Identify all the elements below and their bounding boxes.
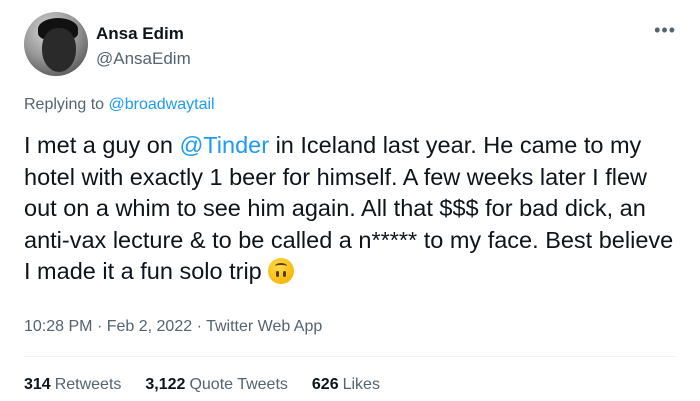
- likes-label: Likes: [342, 376, 380, 393]
- quote-tweets-stat[interactable]: 3,122 Quote Tweets: [145, 376, 287, 394]
- more-horizontal-icon[interactable]: •••: [654, 20, 676, 41]
- author-name[interactable]: Ansa Edim: [96, 24, 184, 44]
- likes-stat[interactable]: 626 Likes: [312, 376, 380, 394]
- tweet-meta: 10:28 PM · Feb 2, 2022 · Twitter Web App: [24, 318, 322, 336]
- avatar-face: [42, 28, 76, 72]
- meta-separator: ·: [196, 318, 202, 335]
- tweet-date[interactable]: Feb 2, 2022: [107, 318, 192, 335]
- tweet-time[interactable]: 10:28 PM: [24, 318, 92, 335]
- replying-to-mention[interactable]: @broadwaytail: [109, 96, 215, 113]
- replying-to: Replying to @broadwaytail: [24, 96, 215, 114]
- tweet-source[interactable]: Twitter Web App: [206, 318, 322, 335]
- tweet-mention-tinder[interactable]: @Tinder: [179, 132, 269, 158]
- tweet-text-before: I met a guy on: [24, 132, 180, 158]
- tweet-stats: 314 Retweets 3,122 Quote Tweets 626 Likes: [24, 376, 380, 394]
- upside-down-face-icon: [267, 258, 294, 284]
- retweets-label: Retweets: [54, 376, 122, 393]
- tweet: Ansa Edim @AnsaEdim ••• Replying to @bro…: [0, 0, 700, 401]
- tweet-text: I met a guy on @Tinder in Iceland last y…: [24, 130, 684, 288]
- divider: [24, 356, 676, 357]
- meta-separator: ·: [96, 318, 103, 335]
- replying-to-label: Replying to: [24, 96, 105, 113]
- likes-count: 626: [311, 376, 339, 393]
- retweets-stat[interactable]: 314 Retweets: [24, 376, 121, 394]
- quote-tweets-label: Quote Tweets: [189, 376, 288, 393]
- retweets-count: 314: [24, 376, 51, 393]
- avatar[interactable]: [24, 12, 88, 76]
- author-handle[interactable]: @AnsaEdim: [96, 49, 191, 69]
- quote-tweets-count: 3,122: [145, 376, 186, 393]
